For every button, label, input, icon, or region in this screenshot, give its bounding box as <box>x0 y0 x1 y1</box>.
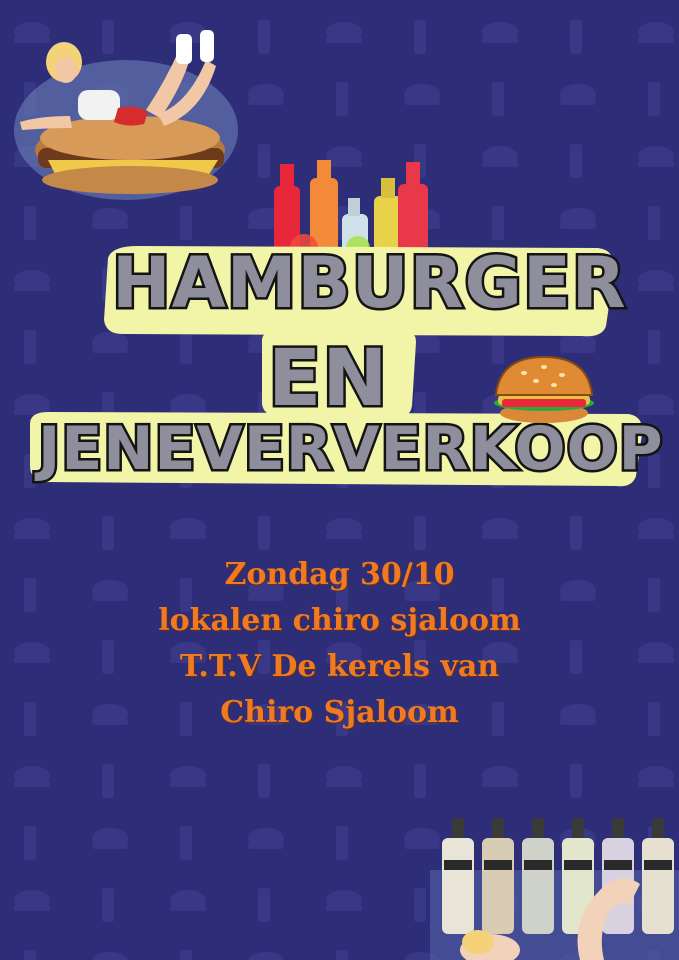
event-date: Zondag 30/10 <box>224 557 455 592</box>
event-organizer-line1: T.T.V De kerels van <box>179 649 500 684</box>
event-organizer-line2: Chiro Sjaloom <box>220 695 459 730</box>
event-info: Zondag 30/10 lokalen chiro sjaloom T.T.V… <box>0 552 679 736</box>
event-location: lokalen chiro sjaloom <box>158 603 521 638</box>
title-en: EN <box>266 332 391 427</box>
jenever-bottles-pinup-image <box>430 818 679 960</box>
title-hamburger: HAMBURGER <box>110 240 629 327</box>
hamburger-icon <box>494 355 594 423</box>
